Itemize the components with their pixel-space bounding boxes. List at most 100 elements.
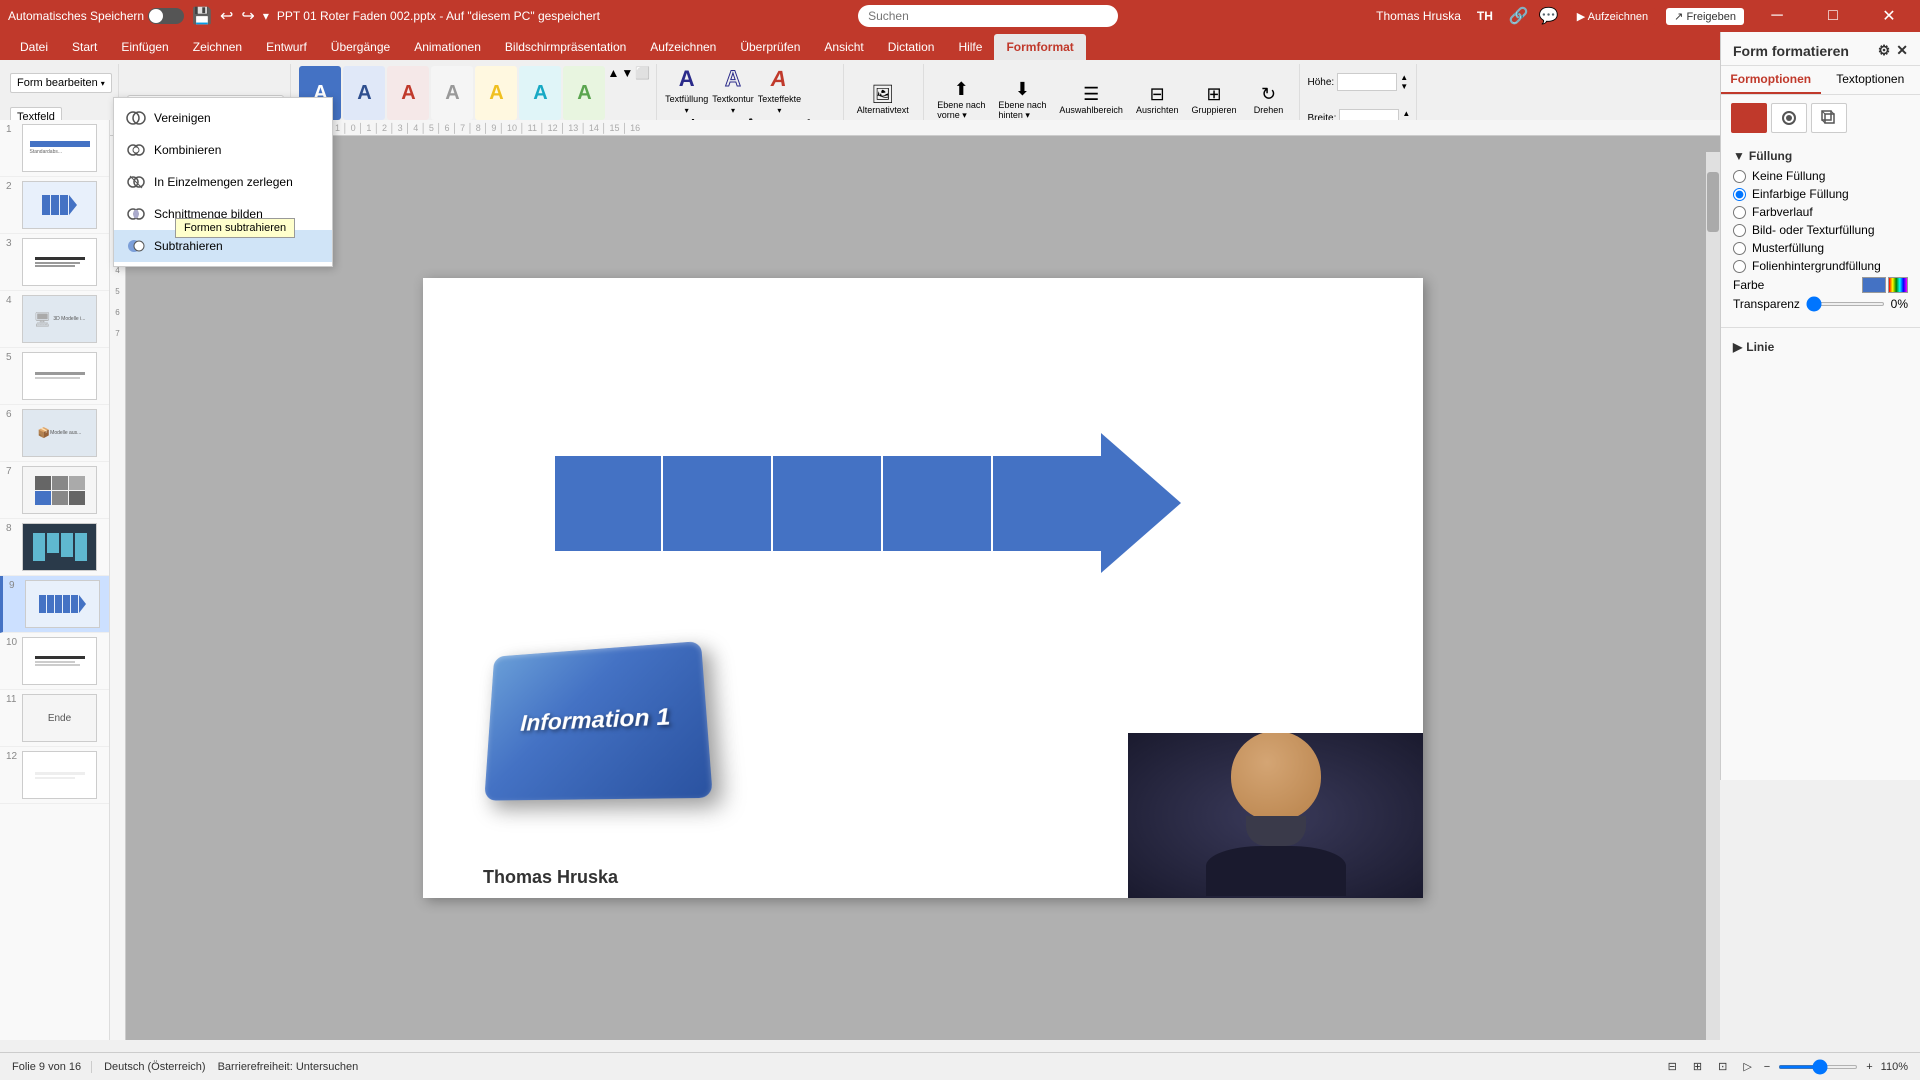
undo-icon[interactable]: ↩ — [220, 6, 233, 26]
plus-zoom-btn[interactable]: + — [1866, 1061, 1872, 1073]
rpanel-tab-text[interactable]: Textoptionen — [1821, 66, 1920, 94]
view-normal-btn[interactable]: ⊟ — [1664, 1058, 1681, 1075]
tab-einfugen[interactable]: Einfügen — [109, 34, 180, 60]
transparency-slider[interactable] — [1806, 302, 1885, 306]
search-input[interactable] — [858, 5, 1118, 27]
shape-icon-fill[interactable] — [1731, 103, 1767, 133]
merge-kombinieren[interactable]: Kombinieren — [114, 134, 332, 166]
more-icon[interactable]: ▾ — [263, 9, 269, 23]
ausrichten-btn[interactable]: ⊟ Ausrichten — [1131, 82, 1184, 118]
shape-icon-3d[interactable] — [1811, 103, 1847, 133]
auswahl-btn[interactable]: ☰ Auswahlbereich — [1054, 82, 1128, 118]
style-btn-7[interactable]: A — [563, 66, 605, 120]
formenarten-down[interactable]: ▼ — [621, 66, 633, 80]
minimize-button[interactable]: ─ — [1754, 0, 1800, 32]
style-btn-2[interactable]: A — [343, 66, 385, 120]
slide-thumb-12[interactable]: 12 — [0, 747, 109, 804]
style-btn-3[interactable]: A — [387, 66, 429, 120]
autosave-toggle[interactable]: Automatisches Speichern — [8, 8, 184, 24]
fill-option-pattern[interactable]: Musterfüllung — [1733, 241, 1908, 255]
color-picker-btn[interactable] — [1888, 277, 1908, 293]
arrow-shape[interactable] — [553, 433, 1181, 573]
fill-option-gradient[interactable]: Farbverlauf — [1733, 205, 1908, 219]
gruppieren-btn[interactable]: ⊞ Gruppieren — [1186, 82, 1241, 118]
tab-prasentation[interactable]: Bildschirmpräsentation — [493, 34, 638, 60]
tab-ubergange[interactable]: Übergänge — [319, 34, 402, 60]
view-reading-btn[interactable]: ⊡ — [1714, 1058, 1731, 1075]
info-button[interactable]: Information 1 — [483, 643, 703, 798]
tab-entwurf[interactable]: Entwurf — [254, 34, 319, 60]
slide-thumb-4[interactable]: 4 🖥 3D Modelle i... — [0, 291, 109, 348]
slide-canvas[interactable]: Information 1 Thomas Hruska — [126, 136, 1720, 1040]
comment-icon[interactable]: 💬 — [1539, 6, 1559, 26]
autosave-switch[interactable] — [148, 8, 184, 24]
tab-dictation[interactable]: Dictation — [876, 34, 947, 60]
fill-option-none[interactable]: Keine Füllung — [1733, 169, 1908, 183]
panel-settings-icon[interactable]: ⚙ — [1878, 42, 1891, 59]
texteffekte-btn[interactable]: A Texteffekte ▾ — [758, 66, 801, 115]
rpanel-tab-form[interactable]: Formoptionen — [1721, 66, 1821, 94]
ebene-hint-btn[interactable]: ⬇ Ebene nachhinten ▾ — [993, 77, 1051, 124]
tab-ansicht[interactable]: Ansicht — [812, 34, 875, 60]
freigeben-btn[interactable]: ↗ Freigeben — [1666, 8, 1744, 25]
fill-option-image[interactable]: Bild- oder Texturfüllung — [1733, 223, 1908, 237]
tab-uberprufen[interactable]: Überprüfen — [728, 34, 812, 60]
hohe-input[interactable] — [1337, 73, 1397, 91]
zoom-slider[interactable] — [1778, 1065, 1858, 1069]
slide-thumb-8[interactable]: 8 — [0, 519, 109, 576]
form-bearbeiten-btn[interactable]: Form bearbeiten ▾ — [10, 73, 112, 93]
tab-start[interactable]: Start — [60, 34, 109, 60]
close-button[interactable]: ✕ — [1866, 0, 1912, 32]
view-present-btn[interactable]: ▷ — [1739, 1058, 1755, 1075]
slide-thumb-6[interactable]: 6 📦 Modelle aus... — [0, 405, 109, 462]
redo-icon[interactable]: ↪ — [241, 6, 254, 26]
color-swatch[interactable] — [1862, 277, 1886, 293]
slide-thumb-2[interactable]: 2 — [0, 177, 109, 234]
slide-thumb-9[interactable]: 9 — [0, 576, 109, 633]
fill-option-solid[interactable]: Einfarbige Füllung — [1733, 187, 1908, 201]
save-icon[interactable]: 💾 — [192, 6, 212, 26]
style-btn-5[interactable]: A — [475, 66, 517, 120]
alternativtext-btn[interactable]: 🖼 Alternativtext — [852, 82, 914, 118]
merge-vereinigen[interactable]: Vereinigen — [114, 102, 332, 134]
style-btn-4[interactable]: A — [431, 66, 473, 120]
textfullung-btn[interactable]: A Textfüllung ▾ — [665, 66, 708, 115]
tab-animationen[interactable]: Animationen — [402, 34, 493, 60]
formenarten-expand[interactable]: ⬜ — [635, 66, 650, 80]
fill-radio-image[interactable] — [1733, 224, 1746, 237]
tab-datei[interactable]: Datei — [8, 34, 60, 60]
fill-option-background[interactable]: Folienhintergrundfüllung — [1733, 259, 1908, 273]
slide-thumb-7[interactable]: 7 — [0, 462, 109, 519]
scroll-thumb[interactable] — [1707, 172, 1719, 232]
view-outline-btn[interactable]: ⊞ — [1689, 1058, 1706, 1075]
scroll-vertical[interactable] — [1706, 152, 1720, 1040]
fill-radio-gradient[interactable] — [1733, 206, 1746, 219]
panel-close-icon[interactable]: ✕ — [1896, 42, 1908, 59]
shape-icon-effect[interactable] — [1771, 103, 1807, 133]
slide-thumb-1[interactable]: 1 Standardabs... — [0, 120, 109, 177]
merge-einzelmengen[interactable]: In Einzelmengen zerlegen — [114, 166, 332, 198]
tab-hilfe[interactable]: Hilfe — [946, 34, 994, 60]
slide-thumb-3[interactable]: 3 — [0, 234, 109, 291]
minus-zoom-btn[interactable]: − — [1764, 1061, 1770, 1073]
maximize-button[interactable]: □ — [1810, 0, 1856, 32]
tab-formformat[interactable]: Formformat — [994, 34, 1085, 60]
ebene-vor-btn[interactable]: ⬆ Ebene nachvorne ▾ — [932, 77, 990, 124]
share-icon[interactable]: 🔗 — [1509, 6, 1529, 26]
slide-thumb-10[interactable]: 10 — [0, 633, 109, 690]
present-btn[interactable]: ▶ Aufzeichnen — [1569, 8, 1656, 25]
slide-thumb-11[interactable]: 11 Ende — [0, 690, 109, 747]
fill-section-header[interactable]: ▼ Füllung — [1733, 149, 1908, 163]
tab-zeichnen[interactable]: Zeichnen — [181, 34, 254, 60]
formenarten-up[interactable]: ▲ — [607, 66, 619, 80]
textkontur-btn[interactable]: A Textkontur ▾ — [712, 66, 754, 115]
fill-radio-none[interactable] — [1733, 170, 1746, 183]
line-section-header[interactable]: ▶ Linie — [1733, 340, 1908, 354]
slide-thumb-5[interactable]: 5 — [0, 348, 109, 405]
fill-radio-solid[interactable] — [1733, 188, 1746, 201]
hohe-arrows[interactable]: ▲▼ — [1400, 73, 1408, 91]
tab-aufzeichnen[interactable]: Aufzeichnen — [638, 34, 728, 60]
slide-content[interactable]: Information 1 Thomas Hruska — [423, 278, 1423, 898]
style-btn-6[interactable]: A — [519, 66, 561, 120]
fill-radio-background[interactable] — [1733, 260, 1746, 273]
